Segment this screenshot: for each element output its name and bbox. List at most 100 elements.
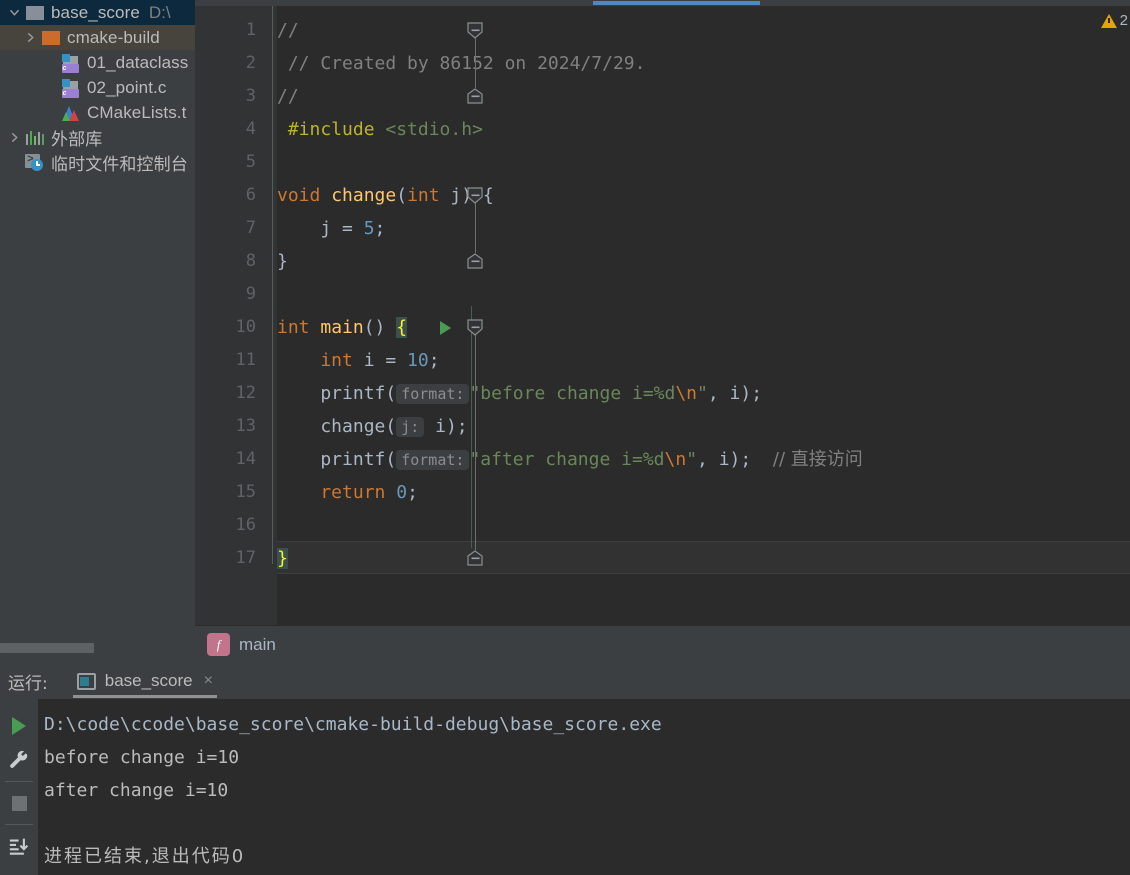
edit-configurations-button[interactable] — [3, 743, 35, 777]
indent-guide-line — [471, 306, 472, 548]
stop-button[interactable] — [3, 786, 35, 820]
line-number: 4 — [245, 119, 256, 139]
code-line[interactable]: } — [277, 245, 288, 278]
code-line[interactable]: void change(int j) { — [277, 179, 494, 212]
tree-item-label: 01_dataclass — [87, 52, 189, 72]
run-gutter-icon[interactable] — [438, 320, 452, 336]
line-number: 8 — [245, 251, 256, 271]
code-line[interactable]: printf(format: "after change i=%d\n", i);… — [277, 443, 863, 476]
line-number: 14 — [235, 449, 256, 469]
tree-item-label: 外部库 — [51, 130, 103, 150]
line-number: 3 — [245, 86, 256, 106]
tree-item-label: cmake-build — [67, 27, 160, 47]
code-token: // — [277, 20, 299, 41]
run-tool-window-title: 运行: — [8, 673, 48, 694]
code-line[interactable]: #include <stdio.h> — [277, 113, 483, 146]
fold-toggle-icon[interactable] — [467, 22, 484, 39]
stop-icon — [11, 795, 27, 811]
code-token: change — [331, 185, 397, 206]
editor-text-area[interactable]: 1 // 2 // Created by 86152 on 2024/7/29. 3 /… — [195, 6, 1130, 625]
scratch-icon — [24, 153, 46, 173]
line-number: 9 — [245, 284, 256, 304]
c-file-icon: c — [60, 78, 82, 98]
chevron-down-icon[interactable] — [4, 7, 24, 18]
toolbar-separator — [5, 824, 33, 825]
code-token: " — [686, 449, 698, 470]
code-line[interactable]: j = 5; — [277, 212, 385, 245]
code-token: j = — [277, 218, 364, 239]
code-token: format: — [396, 450, 470, 470]
fold-toggle-icon[interactable] — [467, 550, 484, 567]
breadcrumb-label[interactable]: main — [239, 635, 276, 655]
tree-item-02-point-c[interactable]: c 02_point.c — [0, 75, 195, 100]
code-line[interactable]: // — [277, 80, 299, 113]
code-token: j: — [396, 417, 425, 437]
project-tree-panel[interactable]: base_score D:\ cmake-build c 01_dataclass c 02… — [0, 0, 195, 660]
console-window-icon — [76, 672, 96, 690]
tree-item-label: base_score — [51, 2, 140, 22]
code-token: , i); — [697, 449, 773, 470]
code-line[interactable]: printf(format: "before change i=%d\n", i)… — [277, 377, 762, 410]
tree-item-临时文件和控制台[interactable]: 临时文件和控制台 — [0, 150, 195, 175]
fold-connector-line — [475, 38, 476, 88]
scroll-to-end-icon — [9, 838, 28, 855]
line-number: 1 — [245, 20, 256, 40]
c-file-icon: c — [60, 53, 82, 73]
code-line[interactable]: int i = 10; — [277, 344, 440, 377]
fold-toggle-icon[interactable] — [467, 187, 484, 204]
run-toolbar[interactable] — [0, 699, 38, 875]
run-tab-base-score[interactable]: base_score × — [72, 663, 218, 699]
current-line-highlight — [277, 541, 1130, 574]
tree-item-cmake-build[interactable]: cmake-build — [0, 25, 195, 50]
console-output[interactable]: D:\code\ccode\base_score\cmake-build-deb… — [38, 699, 1130, 875]
inspection-warning-widget[interactable]: 2 — [1100, 12, 1128, 29]
close-icon[interactable]: × — [204, 672, 213, 690]
tree-item-label: 02_point.c — [87, 77, 167, 97]
code-token: 0 — [396, 482, 408, 503]
tree-item-base-score[interactable]: base_score D:\ — [0, 0, 195, 25]
code-token: "after change i=%d — [469, 449, 665, 470]
code-token: \n — [664, 449, 687, 470]
code-token: void — [277, 185, 332, 206]
code-token: () — [363, 317, 397, 338]
code-token: ; — [407, 482, 418, 503]
toolbar-separator — [5, 781, 33, 782]
run-tab-label: base_score — [104, 671, 193, 690]
code-token: change( — [277, 416, 397, 437]
tree-item-01-dataclass[interactable]: c 01_dataclass — [0, 50, 195, 75]
code-line[interactable]: change(j: i); — [277, 410, 468, 443]
fold-toggle-icon[interactable] — [467, 88, 484, 105]
scroll-to-end-button[interactable] — [3, 829, 35, 863]
project-tree-horizontal-scrollbar[interactable] — [0, 642, 195, 655]
folder-icon — [24, 3, 46, 23]
line-number: 5 — [245, 152, 256, 172]
scrollbar-thumb[interactable] — [0, 643, 94, 653]
tree-item-cmakelists-t[interactable]: CMakeLists.t — [0, 100, 195, 125]
ide-window: base_score D:\ cmake-build c 01_dataclass c 02… — [0, 0, 1130, 875]
chevron-right-icon[interactable] — [20, 32, 40, 43]
chevron-right-icon[interactable] — [4, 132, 24, 143]
fold-connector-line — [475, 335, 476, 550]
line-number: 16 — [235, 515, 256, 535]
code-token: int — [277, 350, 353, 371]
code-token: printf( — [277, 449, 397, 470]
cmake-icon — [60, 103, 82, 123]
fold-toggle-icon[interactable] — [467, 319, 484, 336]
code-line[interactable]: int main() { — [277, 311, 408, 344]
active-tab-indicator[interactable] — [593, 1, 760, 5]
fold-toggle-icon[interactable] — [467, 253, 484, 270]
tree-item-外部库[interactable]: 外部库 — [0, 125, 195, 150]
breadcrumb[interactable]: f main — [195, 625, 1130, 663]
code-line[interactable]: return 0; — [277, 476, 418, 509]
code-token: <stdio.h> — [385, 119, 483, 140]
code-line[interactable]: // Created by 86152 on 2024/7/29. — [277, 47, 646, 80]
rerun-button[interactable] — [3, 709, 35, 743]
folder-orange-icon — [40, 28, 62, 48]
code-line[interactable]: // — [277, 14, 299, 47]
code-editor-pane[interactable]: 1 // 2 // Created by 86152 on 2024/7/29. 3 /… — [195, 0, 1130, 625]
code-token: printf( — [277, 383, 397, 404]
code-token: // — [277, 86, 299, 107]
code-token: ; — [428, 350, 440, 371]
code-line[interactable]: } — [277, 542, 288, 575]
function-badge-icon: f — [207, 633, 230, 656]
